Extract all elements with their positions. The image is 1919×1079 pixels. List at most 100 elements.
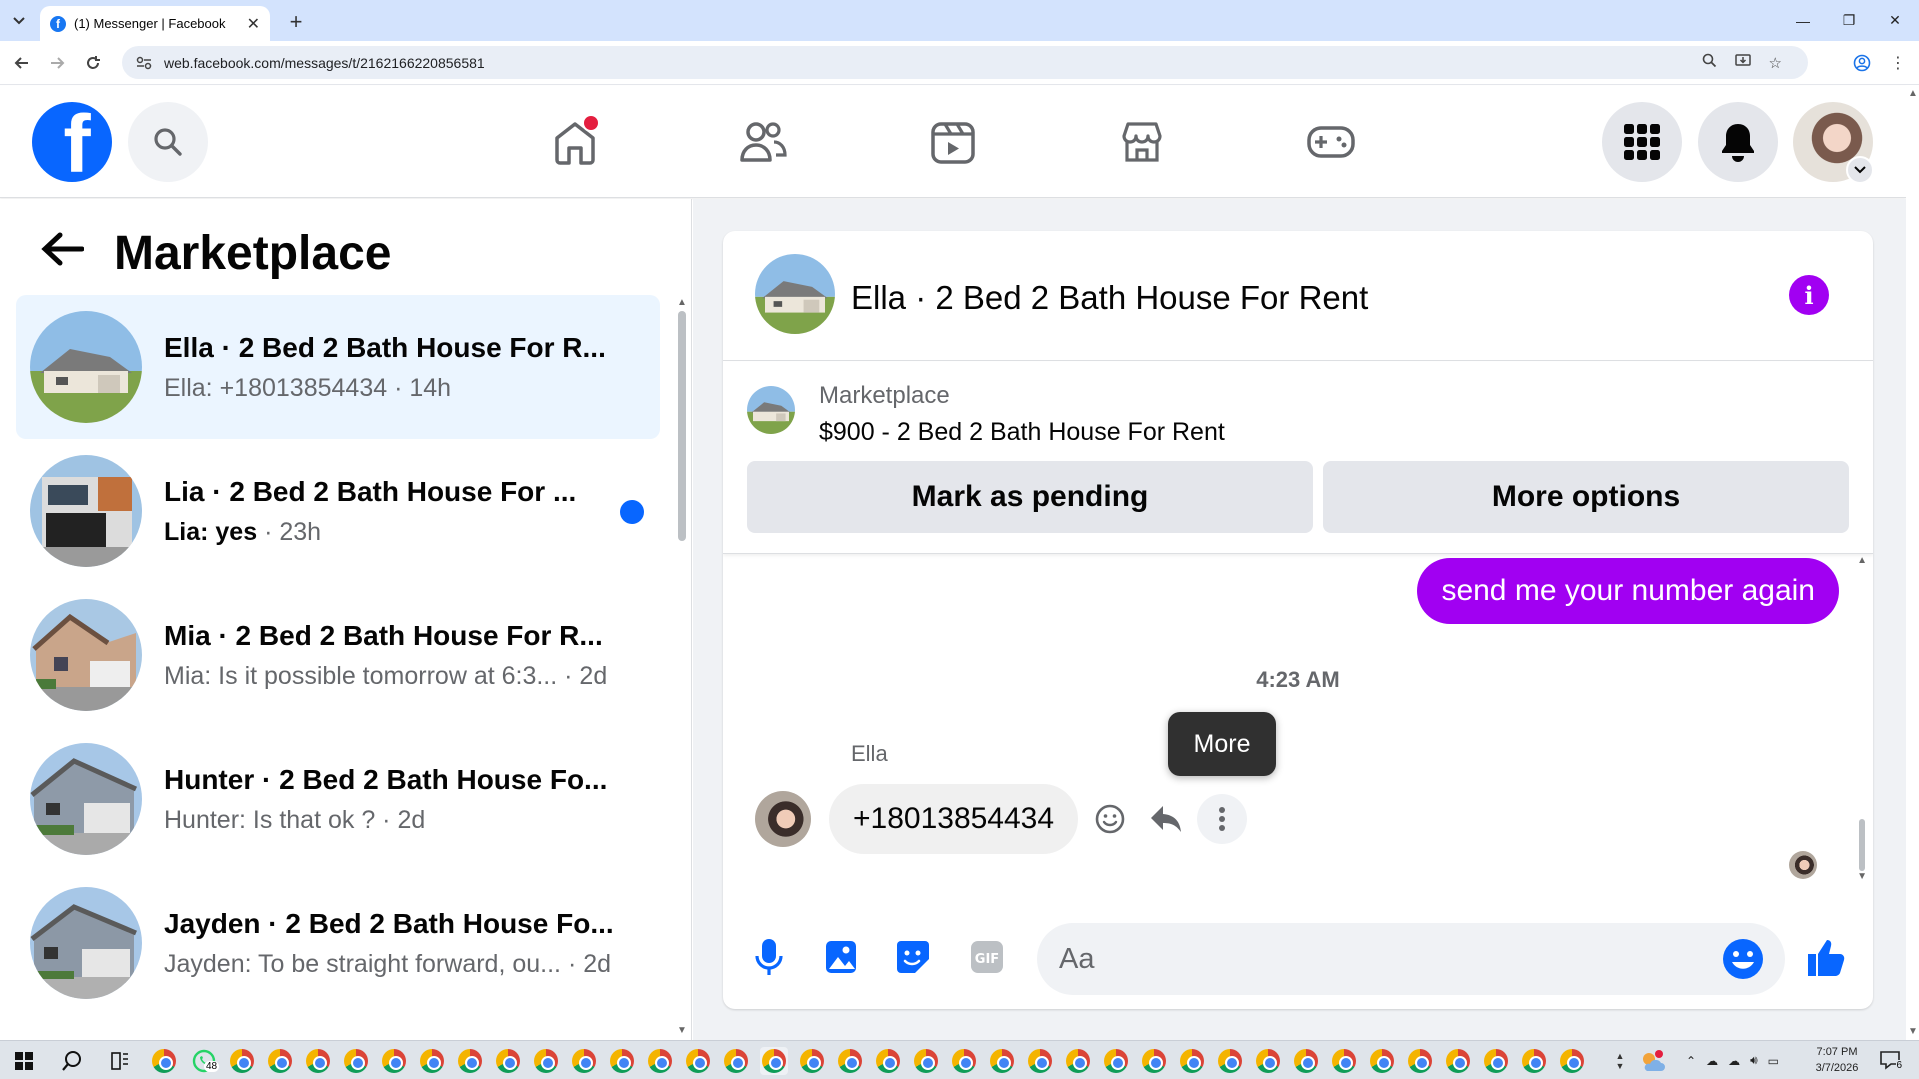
taskbar-chrome-icon-active[interactable] xyxy=(760,1047,788,1075)
taskbar-chrome-icon[interactable] xyxy=(418,1047,446,1075)
account-chevron-down-icon[interactable] xyxy=(1846,156,1874,184)
minimize-button[interactable]: — xyxy=(1780,0,1826,41)
taskbar-chrome-icon[interactable] xyxy=(1102,1047,1130,1075)
conversation-item-jayden[interactable]: Jayden · 2 Bed 2 Bath House Fo... Jayden… xyxy=(16,871,660,1015)
taskbar-chrome-icon[interactable] xyxy=(1330,1047,1358,1075)
weather-icon[interactable] xyxy=(1638,1047,1666,1075)
scroll-up-arrow-icon[interactable]: ▲ xyxy=(677,297,687,308)
conversation-list-scrollbar[interactable] xyxy=(678,311,686,541)
taskbar-chrome-icon[interactable] xyxy=(1444,1047,1472,1075)
install-app-icon[interactable] xyxy=(1734,53,1751,72)
taskbar-chrome-icon[interactable] xyxy=(874,1047,902,1075)
taskbar-chrome-icon[interactable] xyxy=(1178,1047,1206,1075)
taskbar-chrome-icon[interactable] xyxy=(1216,1047,1244,1075)
photo-icon[interactable] xyxy=(817,933,865,981)
taskbar-chrome-icon[interactable] xyxy=(532,1047,560,1075)
taskbar-chrome-icon[interactable] xyxy=(1064,1047,1092,1075)
nav-marketplace[interactable] xyxy=(1107,108,1177,176)
show-hidden-icons-chevron-up-icon[interactable]: ⌃ xyxy=(1686,1054,1696,1068)
microphone-icon[interactable] xyxy=(745,933,793,981)
taskbar-chrome-icon[interactable] xyxy=(912,1047,940,1075)
nav-friends[interactable] xyxy=(728,108,798,176)
taskbar-chrome-icon[interactable] xyxy=(836,1047,864,1075)
react-emoji-icon[interactable] xyxy=(1085,794,1135,844)
taskbar-chrome-icon[interactable] xyxy=(342,1047,370,1075)
page-scrollbar[interactable] xyxy=(1906,86,1919,1040)
search-button[interactable] xyxy=(128,102,208,182)
site-info-icon[interactable] xyxy=(136,55,152,71)
windows-start-icon[interactable] xyxy=(10,1047,38,1075)
taskbar-search-icon[interactable] xyxy=(58,1047,86,1075)
listing-price-title[interactable]: $900 - 2 Bed 2 Bath House For Rent xyxy=(819,418,1225,447)
taskbar-clock[interactable]: 7:07 PM 3/7/2026 xyxy=(1808,1044,1866,1076)
taskbar-chrome-icon[interactable] xyxy=(1026,1047,1054,1075)
chat-title[interactable]: Ella · 2 Bed 2 Bath House For Rent xyxy=(851,279,1368,317)
tab-close-icon[interactable]: ✕ xyxy=(247,14,260,34)
restore-button[interactable]: ❐ xyxy=(1826,0,1872,41)
nav-gaming[interactable] xyxy=(1296,108,1366,176)
more-options-button[interactable]: More options xyxy=(1323,461,1849,533)
taskbar-chrome-icon[interactable] xyxy=(684,1047,712,1075)
conversation-item-ella[interactable]: Ella · 2 Bed 2 Bath House For R... Ella:… xyxy=(16,295,660,439)
listing-thumbnail[interactable] xyxy=(747,386,795,434)
page-scroll-down-arrow-icon[interactable]: ▼ xyxy=(1908,1026,1918,1037)
chat-house-thumbnail[interactable] xyxy=(755,254,835,334)
taskbar-chrome-icon[interactable] xyxy=(1254,1047,1282,1075)
taskbar-chrome-icon[interactable] xyxy=(646,1047,674,1075)
conversation-info-icon[interactable]: i xyxy=(1789,275,1829,315)
taskbar-chrome-icon[interactable] xyxy=(304,1047,332,1075)
more-actions-icon[interactable] xyxy=(1197,794,1247,844)
outgoing-message[interactable]: send me your number again xyxy=(1417,558,1839,624)
taskbar-chrome-icon[interactable] xyxy=(494,1047,522,1075)
back-arrow-icon[interactable] xyxy=(40,231,85,275)
nav-video[interactable] xyxy=(918,108,988,176)
taskbar-chrome-icon[interactable] xyxy=(608,1047,636,1075)
volume-icon[interactable]: 🔊︎ xyxy=(1750,1053,1758,1068)
like-thumbs-up-icon[interactable] xyxy=(1801,933,1849,981)
task-view-icon[interactable] xyxy=(106,1047,134,1075)
taskbar-chrome-icon[interactable] xyxy=(380,1047,408,1075)
cloud-icon[interactable]: ☁ xyxy=(1728,1054,1740,1068)
taskbar-chrome-icon[interactable] xyxy=(456,1047,484,1075)
menu-button[interactable] xyxy=(1602,102,1682,182)
profile-icon[interactable] xyxy=(1848,49,1876,77)
sender-avatar[interactable] xyxy=(755,791,811,847)
incoming-message[interactable]: +18013854434 xyxy=(829,784,1079,854)
taskbar-chrome-icon[interactable] xyxy=(1406,1047,1434,1075)
new-tab-button[interactable]: + xyxy=(282,8,310,36)
taskbar-chrome-icon[interactable] xyxy=(1292,1047,1320,1075)
taskbar-chrome-icon[interactable] xyxy=(1520,1047,1548,1075)
network-icon[interactable]: ▭ xyxy=(1768,1054,1779,1068)
zoom-icon[interactable] xyxy=(1702,53,1717,72)
close-window-button[interactable]: ✕ xyxy=(1872,0,1918,41)
reply-icon[interactable] xyxy=(1141,794,1191,844)
taskbar-chrome-icon[interactable] xyxy=(570,1047,598,1075)
facebook-logo-icon[interactable]: f xyxy=(32,102,112,182)
taskbar-chrome-icon[interactable] xyxy=(228,1047,256,1075)
browser-tab-messenger[interactable]: f (1) Messenger | Facebook ✕ xyxy=(40,6,270,41)
notification-center-icon[interactable]: 6 xyxy=(1878,1049,1902,1071)
taskbar-chrome-icon[interactable] xyxy=(988,1047,1016,1075)
address-bar[interactable]: web.facebook.com/messages/t/216216622085… xyxy=(122,46,1808,79)
scroll-down-arrow-icon[interactable]: ▼ xyxy=(677,1025,687,1036)
taskbar-chrome-icon[interactable] xyxy=(798,1047,826,1075)
taskbar-whatsapp-icon[interactable]: 48 xyxy=(190,1047,220,1075)
taskbar-chrome-icon[interactable] xyxy=(266,1047,294,1075)
chrome-menu-icon[interactable]: ⋮ xyxy=(1884,49,1912,77)
taskbar-chrome-icon[interactable] xyxy=(1140,1047,1168,1075)
back-icon[interactable] xyxy=(8,49,36,77)
conversation-item-hunter[interactable]: Hunter · 2 Bed 2 Bath House Fo... Hunter… xyxy=(16,727,660,871)
taskbar-chrome-icon[interactable] xyxy=(722,1047,750,1075)
taskbar-chrome-icon[interactable] xyxy=(150,1047,178,1075)
taskbar-overflow-chevron-icon[interactable]: ▲ ▼ xyxy=(1612,1047,1628,1075)
chat-scrollbar[interactable] xyxy=(1859,819,1865,871)
message-input[interactable]: Aa xyxy=(1037,923,1785,995)
chat-scroll-down-arrow-icon[interactable]: ▼ xyxy=(1857,871,1867,882)
nav-home[interactable] xyxy=(540,108,610,176)
conversation-item-mia[interactable]: Mia · 2 Bed 2 Bath House For R... Mia: I… xyxy=(16,583,660,727)
mark-as-pending-button[interactable]: Mark as pending xyxy=(747,461,1313,533)
forward-icon[interactable] xyxy=(43,49,71,77)
onedrive-icon[interactable]: ☁ xyxy=(1706,1054,1718,1068)
reload-icon[interactable] xyxy=(79,49,107,77)
taskbar-chrome-icon[interactable] xyxy=(1482,1047,1510,1075)
